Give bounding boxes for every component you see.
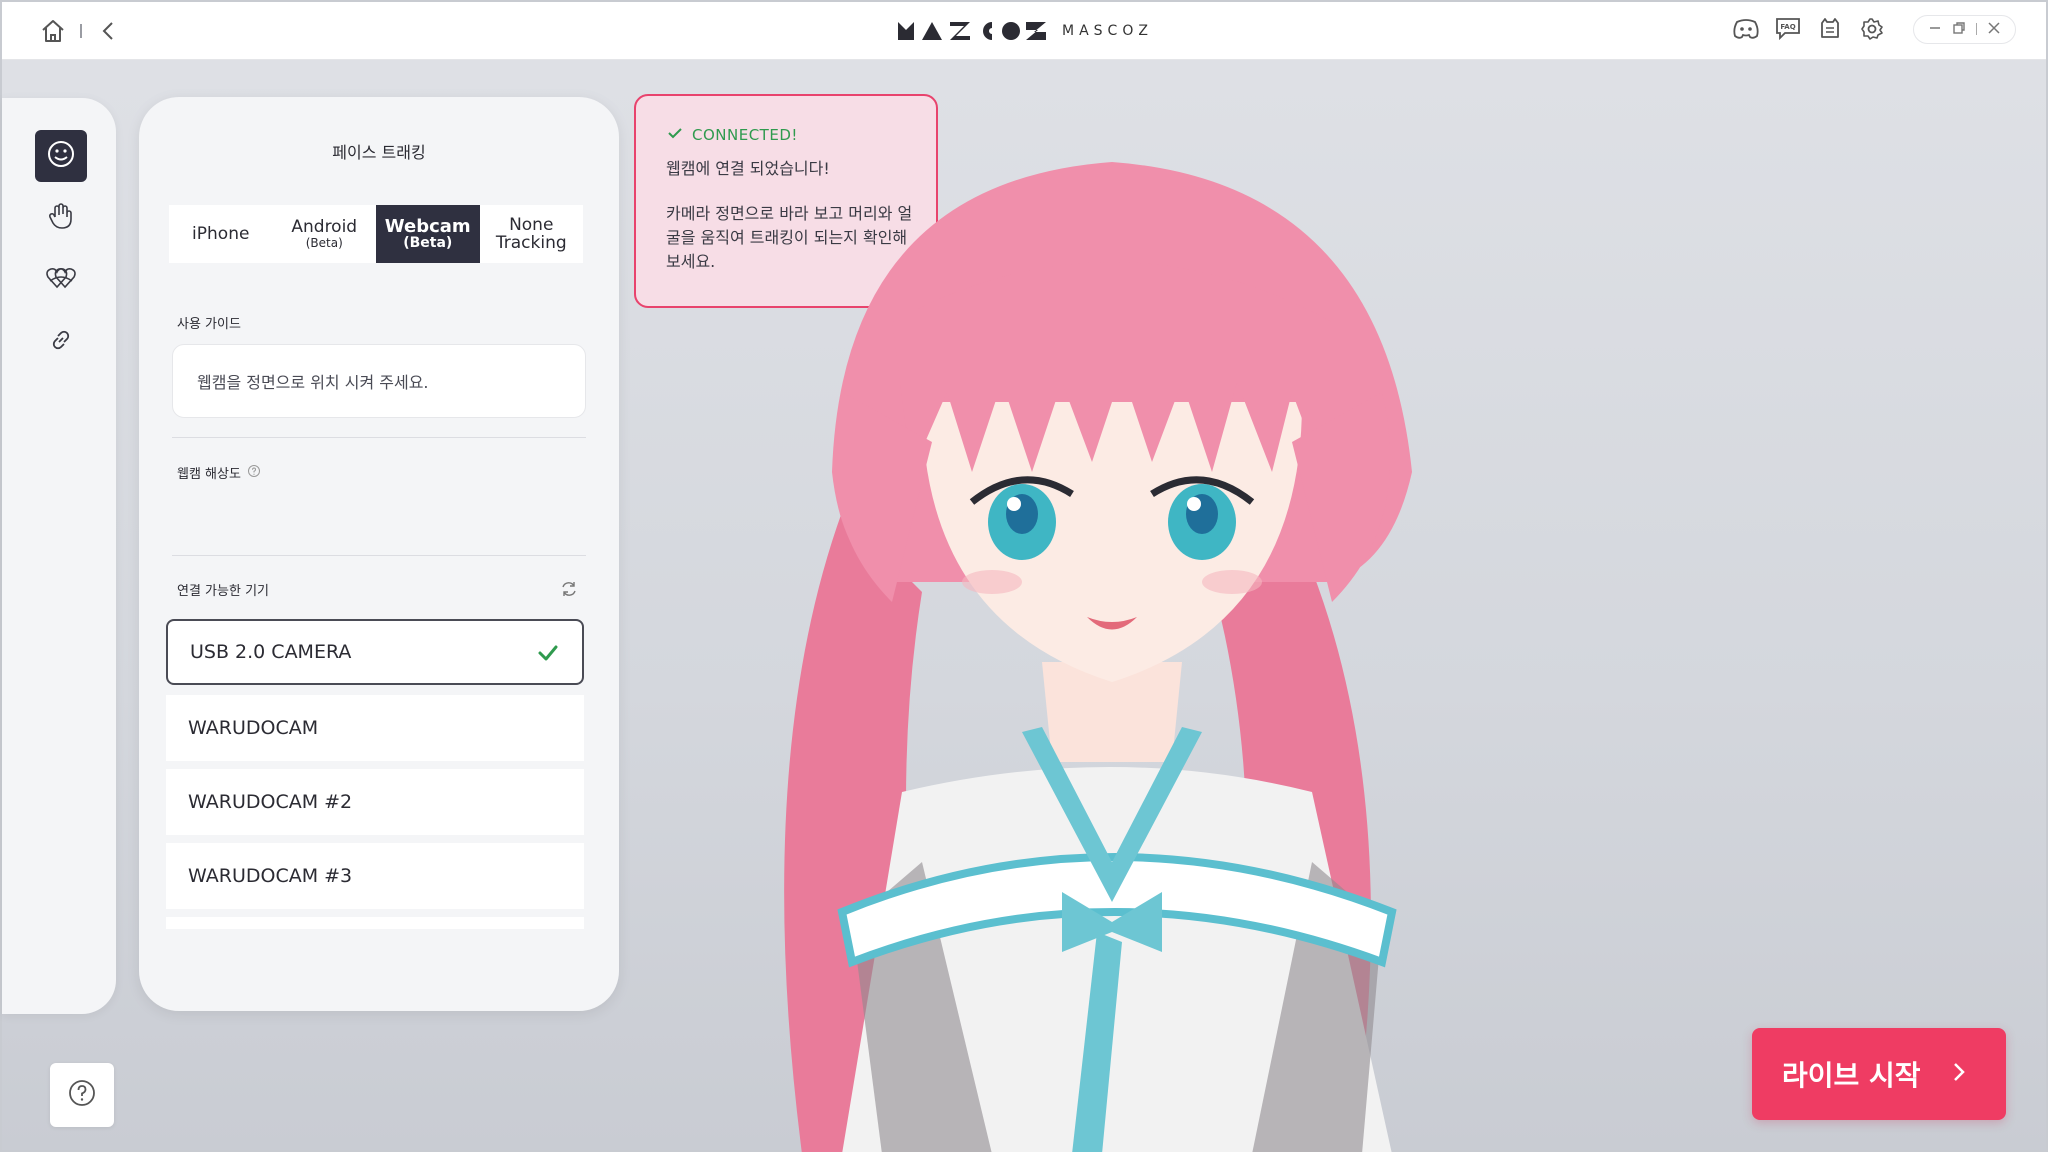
logo-mark [898,20,1048,42]
mascot-icon[interactable] [1815,14,1845,44]
tab-label: Android [291,217,358,237]
hearts-icon [44,263,78,297]
app-window: MASCOZ FAQ 페이스 트래킹 iPhone Android (Beta)… [0,0,2048,1152]
tracking-mode-tabs: iPhone Android (Beta) Webcam (Beta) None… [169,205,583,263]
link-icon [47,326,75,358]
guide-box: 웹캠을 정면으로 위치 시켜 주세요. [172,344,586,418]
window-controls [1913,14,2016,44]
back-icon[interactable] [94,16,124,46]
live-start-label: 라이브 시작 [1782,1059,1921,1092]
resolution-label-text: 웹캠 해상도 [177,467,241,482]
device-item-partial [166,917,584,929]
guide-label: 사용 가이드 [177,317,241,332]
discord-icon[interactable] [1731,14,1761,44]
check-icon [536,641,562,667]
resolution-label: 웹캠 해상도 [177,463,261,482]
device-item-usb-camera[interactable]: USB 2.0 CAMERA [166,619,584,685]
avatar-preview [692,142,1552,1152]
device-name: WARUDOCAM #3 [188,865,353,887]
titlebar-divider [80,24,82,38]
tab-sublabel: (Beta) [305,236,343,250]
rail-item-hand-tracking[interactable] [35,192,87,244]
svg-text:FAQ: FAQ [1780,23,1795,31]
guide-text: 웹캠을 정면으로 위치 시켜 주세요. [197,373,429,392]
tab-none-tracking[interactable]: None Tracking [480,205,584,263]
home-icon[interactable] [38,16,68,46]
panel-title: 페이스 트래킹 [332,143,426,162]
info-icon[interactable] [247,464,261,482]
window-controls-divider [1976,23,1977,35]
device-item-warudocam-2[interactable]: WARUDOCAM #2 [166,769,584,835]
restore-icon[interactable] [1952,20,1966,39]
device-item-warudocam-3[interactable]: WARUDOCAM #3 [166,843,584,909]
title-bar: MASCOZ FAQ [2,2,2046,60]
brand-name: MASCOZ [1062,23,1153,39]
divider [172,555,586,556]
device-name: WARUDOCAM [188,717,319,739]
tab-label: Webcam [384,216,471,237]
face-tracking-panel: 페이스 트래킹 iPhone Android (Beta) Webcam (Be… [139,97,619,1011]
tab-label: iPhone [192,224,250,244]
device-name: WARUDOCAM #2 [188,791,353,813]
live-start-button[interactable]: 라이브 시작 [1752,1028,2006,1120]
minimize-icon[interactable] [1928,20,1942,39]
rail-item-face-tracking[interactable] [35,130,87,182]
help-button[interactable] [50,1063,114,1127]
divider [172,437,586,438]
rail-item-expression[interactable] [35,254,87,306]
tab-sublabel: Tracking [495,233,567,253]
rail-item-connection[interactable] [35,316,87,368]
smile-icon [46,139,76,173]
app-logo: MASCOZ [898,18,1153,44]
faq-icon[interactable]: FAQ [1773,14,1803,44]
tab-android[interactable]: Android (Beta) [273,205,377,263]
tab-sublabel: (Beta) [403,235,453,251]
chevron-right-icon [1950,1058,1968,1091]
close-icon[interactable] [1987,20,2001,39]
settings-icon[interactable] [1857,14,1887,44]
devices-label: 연결 가능한 기기 [177,584,269,599]
check-icon [666,124,684,146]
question-icon [67,1078,97,1112]
tab-webcam[interactable]: Webcam (Beta) [376,205,480,263]
tab-iphone[interactable]: iPhone [169,205,273,263]
tab-label: None [509,215,554,235]
device-name: USB 2.0 CAMERA [190,641,352,663]
hand-icon [46,201,76,235]
refresh-icon[interactable] [559,579,581,601]
device-item-warudocam[interactable]: WARUDOCAM [166,695,584,761]
left-rail [2,98,116,1014]
